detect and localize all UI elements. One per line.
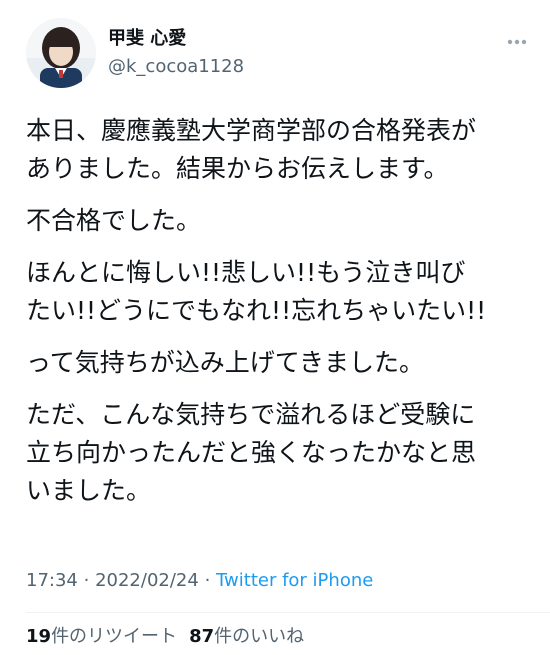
tweet-line: たい!!どうにでもなれ!!忘れちゃいたい!! xyxy=(26,296,487,325)
tweet-header: 甲斐 心愛 @k_cocoa1128 xyxy=(26,18,527,88)
tweet-text: 本日、慶應義塾大学商学部の合格発表が ありました。結果からお伝えします。 不合格… xyxy=(26,112,536,524)
likes-stat[interactable]: 87件のいいね xyxy=(189,626,304,647)
author-handle[interactable]: @k_cocoa1128 xyxy=(108,56,244,78)
tweet-line: ほんとに悔しい!!悲しい!!もう泣き叫び xyxy=(26,258,466,287)
tweet-line: 立ち向かったんだと強くなったかなと思 xyxy=(26,438,477,467)
avatar-image xyxy=(26,18,96,88)
tweet-line: って気持ちが込み上げてきました。 xyxy=(26,348,425,377)
more-horizontal-icon xyxy=(507,39,527,45)
likes-label: 件のいいね xyxy=(214,626,305,647)
tweet-line: いました。 xyxy=(26,476,152,505)
tweet-stats: 19件のリツイート 87件のいいね xyxy=(26,624,304,650)
tweet: 甲斐 心愛 @k_cocoa1128 本日、慶應義塾大学商学部の合格発表が あり… xyxy=(0,0,550,655)
tweet-meta: 17:34 · 2022/02/24 · Twitter for iPhone xyxy=(26,568,373,594)
avatar[interactable] xyxy=(26,18,96,88)
retweets-stat[interactable]: 19件のリツイート xyxy=(26,626,177,647)
tweet-paragraph: ただ、こんな気持ちで溢れるほど受験に 立ち向かったんだと強くなったかなと思 いま… xyxy=(26,396,536,510)
tweet-time[interactable]: 17:34 xyxy=(26,570,78,591)
tweet-source-link[interactable]: Twitter for iPhone xyxy=(216,570,373,591)
tweet-line: ただ、こんな気持ちで溢れるほど受験に xyxy=(26,400,476,429)
tweet-paragraph: って気持ちが込み上げてきました。 xyxy=(26,344,536,382)
tweet-paragraph: 不合格でした。 xyxy=(26,202,536,240)
more-options-button[interactable] xyxy=(502,30,532,54)
retweets-label: 件のリツイート xyxy=(51,626,178,647)
tweet-paragraph: ほんとに悔しい!!悲しい!!もう泣き叫び たい!!どうにでもなれ!!忘れちゃいた… xyxy=(26,254,536,330)
tweet-date[interactable]: 2022/02/24 xyxy=(95,570,199,591)
tweet-paragraph: 本日、慶應義塾大学商学部の合格発表が ありました。結果からお伝えします。 xyxy=(26,112,536,188)
author-display-name[interactable]: 甲斐 心愛 xyxy=(108,28,244,50)
divider xyxy=(26,612,550,613)
author-names: 甲斐 心愛 @k_cocoa1128 xyxy=(108,28,244,78)
meta-separator: · xyxy=(83,570,90,591)
tweet-line: ありました。結果からお伝えします。 xyxy=(26,154,449,183)
retweets-count: 19 xyxy=(26,626,52,647)
likes-count: 87 xyxy=(189,626,215,647)
tweet-line: 本日、慶應義塾大学商学部の合格発表が xyxy=(26,116,477,145)
meta-separator: · xyxy=(204,570,211,591)
tweet-line: 不合格でした。 xyxy=(26,206,202,235)
